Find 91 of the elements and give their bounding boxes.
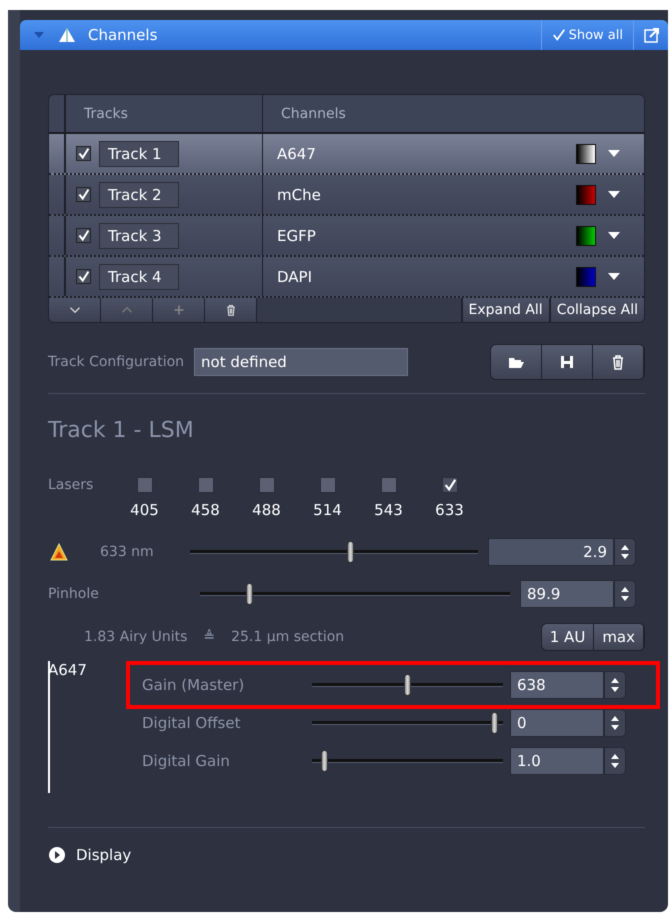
delete-button[interactable] xyxy=(593,345,644,379)
section-thickness-text: 25.1 µm section xyxy=(231,629,344,645)
channel-label: A647 xyxy=(48,661,87,681)
checkbox[interactable] xyxy=(76,269,91,284)
field-label: Track Configuration xyxy=(48,354,184,370)
slider-label: Pinhole xyxy=(48,586,100,602)
open-button[interactable] xyxy=(491,345,542,379)
dropdown-caret-icon[interactable] xyxy=(608,232,620,239)
color-swatch[interactable] xyxy=(576,144,596,164)
add-icon xyxy=(172,304,184,316)
slider-label: Digital Offset xyxy=(142,714,242,732)
spinner-button[interactable] xyxy=(614,580,636,608)
field-label: Lasers xyxy=(48,477,94,495)
popout-icon[interactable] xyxy=(644,27,660,43)
laser-wavelength: 633 xyxy=(435,501,464,519)
up-down-arrows-icon xyxy=(611,677,619,693)
checkbox[interactable] xyxy=(380,477,396,493)
track-name-field[interactable]: Track 4 xyxy=(99,264,179,290)
panel-title: Channels xyxy=(88,26,158,44)
laser-wavelength: 488 xyxy=(252,501,281,519)
checkmark-icon xyxy=(552,28,566,42)
pinhole-preset-button[interactable]: 1 AU xyxy=(542,624,594,650)
spinner-button[interactable] xyxy=(604,747,626,775)
track-name-field[interactable]: Track 3 xyxy=(99,222,179,248)
checkbox[interactable] xyxy=(442,477,458,493)
spinner-button[interactable] xyxy=(604,709,626,737)
pinhole-preset-button[interactable]: max xyxy=(594,624,644,650)
track-row[interactable]: Track 4 DAPI xyxy=(49,257,644,298)
channel-name: mChe xyxy=(277,186,322,204)
dropdown-caret-icon[interactable] xyxy=(608,191,620,198)
toolbar-button[interactable]: Collapse All xyxy=(548,298,644,322)
input-field[interactable]: not defined xyxy=(194,348,408,376)
number-field[interactable]: 89.9 xyxy=(520,580,614,608)
slider-label: Gain (Master) xyxy=(142,676,246,694)
track-row[interactable]: Track 2 mChe xyxy=(49,175,644,216)
track-name-field[interactable]: Track 2 xyxy=(99,182,179,208)
trash-button[interactable] xyxy=(205,298,257,322)
track-name-field[interactable]: Track 1 xyxy=(99,140,179,166)
channel-name: DAPI xyxy=(277,268,314,286)
number-field[interactable]: 1.0 xyxy=(510,747,604,775)
slider-thumb[interactable] xyxy=(321,750,328,772)
number-field[interactable]: 638 xyxy=(510,671,604,699)
color-swatch[interactable] xyxy=(576,184,596,204)
checkbox[interactable] xyxy=(76,228,91,243)
color-swatch[interactable] xyxy=(576,266,596,286)
show-all-button[interactable]: Show all xyxy=(540,20,634,50)
checkbox[interactable] xyxy=(320,477,336,493)
channel-name: A647 xyxy=(277,144,317,162)
laser-wavelength: 543 xyxy=(374,501,403,519)
column-header: Tracks xyxy=(66,95,263,132)
section-title: Track 1 - LSM xyxy=(48,418,195,443)
track-row[interactable]: Track 1 A647 xyxy=(49,134,644,175)
checkbox[interactable] xyxy=(76,146,91,161)
checkbox[interactable] xyxy=(76,187,91,202)
dropdown-caret-icon[interactable] xyxy=(608,273,620,280)
checkbox[interactable] xyxy=(136,477,152,493)
up-down-arrows-icon xyxy=(621,544,629,560)
up-down-arrows-icon xyxy=(621,586,629,602)
column-header: Channels xyxy=(280,104,346,124)
checkbox[interactable] xyxy=(198,477,214,493)
save-icon xyxy=(559,354,575,370)
trash-icon xyxy=(610,354,626,370)
laser-wavelength: 514 xyxy=(313,501,342,519)
trash-icon xyxy=(224,304,236,316)
spinner-button[interactable] xyxy=(614,538,636,566)
save-button[interactable] xyxy=(542,345,593,379)
up-down-arrows-icon xyxy=(611,715,619,731)
color-swatch[interactable] xyxy=(576,226,596,246)
spinner-button[interactable] xyxy=(604,671,626,699)
channel-name: EGFP xyxy=(277,226,317,244)
track-row[interactable]: Track 3 EGFP xyxy=(49,216,644,257)
toolbar-button[interactable]: Expand All xyxy=(460,298,549,322)
display-expander[interactable]: Display xyxy=(48,846,132,864)
equals-sign: ≜ xyxy=(203,629,216,645)
dropdown-caret-icon[interactable] xyxy=(608,150,620,157)
play-circle-icon xyxy=(48,846,66,864)
slider-thumb[interactable] xyxy=(246,583,253,605)
laser-wavelength: 405 xyxy=(130,501,159,519)
slider-label: 633 nm xyxy=(100,544,155,560)
slider-thumb[interactable] xyxy=(347,541,354,563)
warning-icon xyxy=(50,543,68,561)
laser-wavelength: 458 xyxy=(191,501,220,519)
slider-thumb[interactable] xyxy=(404,674,410,696)
number-field[interactable]: 2.9 xyxy=(488,538,614,566)
number-field[interactable]: 0 xyxy=(510,709,604,737)
triangle-icon xyxy=(58,27,76,43)
checkbox[interactable] xyxy=(258,477,274,493)
up-down-arrows-icon xyxy=(611,753,619,769)
airy-units-text: 1.83 Airy Units xyxy=(84,629,188,645)
slider-thumb[interactable] xyxy=(491,712,498,734)
slider-label: Digital Gain xyxy=(142,752,231,770)
